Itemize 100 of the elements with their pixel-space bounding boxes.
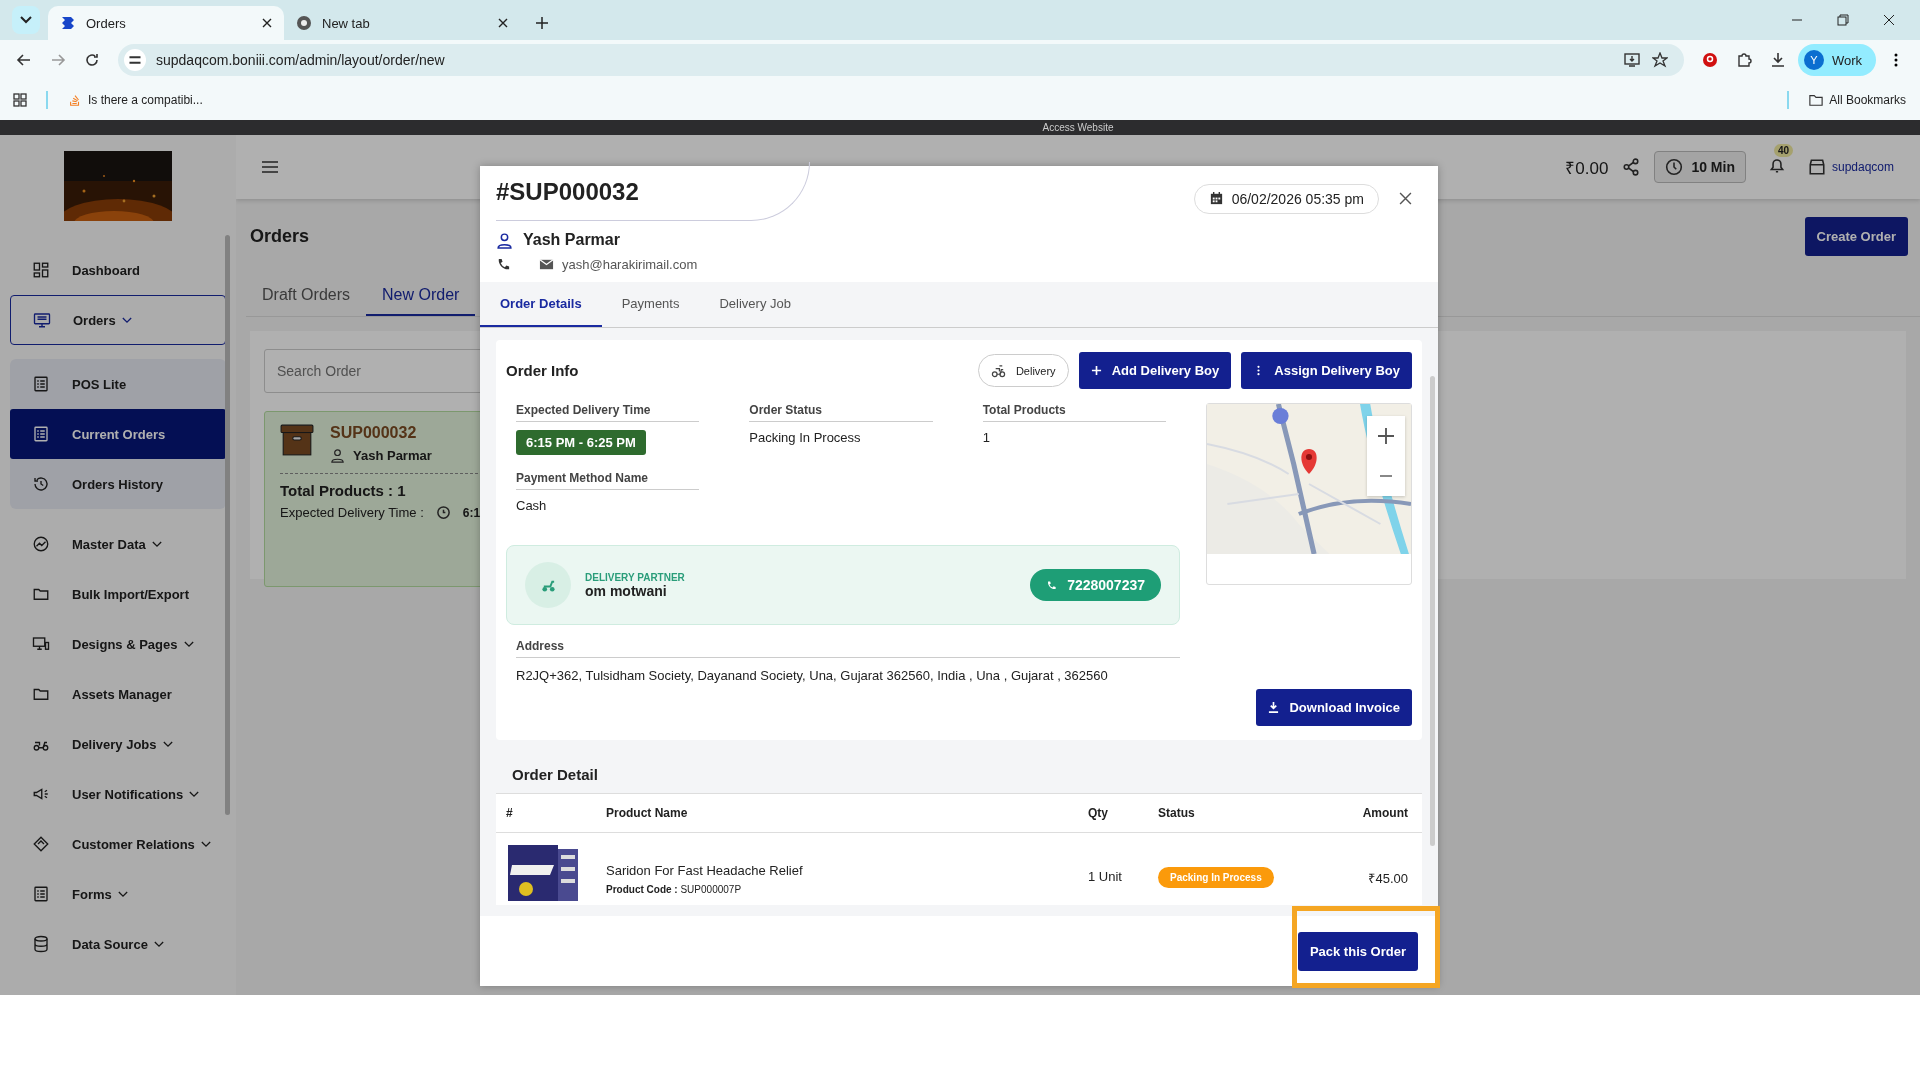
column-header: # [496, 793, 596, 833]
sidebar-item[interactable]: User Notifications [0, 769, 236, 819]
all-bookmarks-button[interactable]: All Bookmarks [1801, 93, 1914, 107]
list-icon [32, 375, 50, 393]
balance: ₹0.00 [1565, 157, 1609, 179]
tab-title: Orders [86, 15, 127, 31]
sidebar-item[interactable]: Master Data [0, 519, 236, 569]
submenu-item[interactable]: Orders History [10, 459, 226, 509]
submenu-item[interactable]: Current Orders [10, 409, 226, 459]
history-icon [32, 475, 50, 493]
browser-tab[interactable]: Orders [48, 6, 284, 40]
dialog-tab[interactable]: Delivery Job [699, 282, 811, 327]
monitor-icon [33, 311, 51, 329]
close-icon[interactable] [262, 18, 272, 28]
phone-icon[interactable] [496, 257, 511, 272]
sidebar-item[interactable]: Dashboard [0, 245, 236, 295]
clock-icon [1665, 158, 1684, 176]
box-icon [280, 424, 314, 456]
chevron-down-icon [200, 840, 211, 848]
store-link[interactable]: supdaqcom [1807, 158, 1894, 176]
logo-icon [60, 15, 76, 31]
field-label: Payment Method Name [516, 471, 700, 490]
sidebar-item[interactable]: Forms [0, 869, 236, 919]
submenu-item[interactable]: POS Lite [10, 359, 226, 409]
field-value: Cash [516, 498, 547, 513]
delivery-time-badge: 6:15 PM - 6:25 PM [516, 430, 646, 455]
column-header: Qty [1078, 793, 1148, 833]
profile-label: Work [1831, 52, 1862, 68]
action-button[interactable]: Assign Delivery Boy [1241, 352, 1412, 389]
close-icon[interactable] [498, 18, 508, 28]
download-invoice-button[interactable]: Download Invoice [1256, 689, 1412, 726]
zoom-in-button[interactable] [1367, 416, 1405, 456]
bookmark[interactable]: Is there a compatibi... [60, 93, 211, 107]
minus-icon [1378, 475, 1394, 477]
phone-icon [1046, 579, 1058, 591]
folder-icon [1809, 93, 1824, 107]
page-tab[interactable]: Draft Orders [246, 278, 366, 316]
action-button[interactable]: Add Delivery Boy [1078, 352, 1232, 389]
stack-icon [68, 93, 82, 107]
restore-icon[interactable] [1837, 14, 1849, 26]
create-order-button[interactable]: Create Order [1804, 217, 1908, 256]
amount: ₹45.00 [1368, 871, 1408, 886]
avatar: Y [1803, 50, 1824, 70]
browser-tab[interactable]: New tab [284, 6, 520, 40]
chevron-down-icon [153, 940, 164, 948]
expected-time-label: Expected Delivery Time : [280, 505, 424, 520]
customer-name: Yash Parmar [523, 231, 620, 249]
chevron-down-icon [189, 790, 200, 798]
list-icon [32, 885, 50, 903]
dialog-tab[interactable]: Payments [601, 282, 700, 327]
new-tab-icon[interactable] [536, 17, 548, 29]
chevron-down-icon [121, 316, 132, 324]
section-title: Order Detail [512, 766, 599, 783]
product-name: Saridon For Fast Headache Relief [606, 863, 804, 878]
address-bar[interactable]: supdaqcom.boniii.com/admin/layout/order/new [118, 44, 1684, 76]
sidebar-item[interactable]: Assets Manager [0, 669, 236, 719]
scrollbar[interactable] [225, 235, 230, 815]
section-title: Order Info [506, 362, 579, 379]
dashboard-icon [32, 261, 50, 279]
sidebar-item[interactable]: Delivery Jobs [0, 719, 236, 769]
plus-icon [1378, 428, 1394, 444]
chart-icon [32, 535, 50, 553]
site-settings-icon[interactable] [124, 49, 146, 71]
field-value: 1 [982, 430, 990, 445]
customer-name: Yash Parmar [353, 448, 432, 463]
tab-search-button[interactable] [12, 6, 40, 34]
scooter-icon [990, 363, 1006, 378]
clock-icon [435, 505, 451, 520]
sidebar-item[interactable]: Bulk Import/Export [0, 569, 236, 619]
person-icon [330, 448, 345, 463]
close-icon[interactable] [1399, 192, 1412, 205]
share-icon[interactable] [1622, 158, 1641, 176]
field-label: Address [516, 639, 1180, 658]
chevron-down-icon [20, 16, 32, 24]
mail-icon [539, 257, 554, 272]
banner-text: Access Website [1042, 122, 1114, 133]
sidebar-item[interactable]: Customer Relations [0, 819, 236, 869]
field-label: Expected Delivery Time [516, 403, 700, 422]
total-products: Total Products : 1 [280, 482, 406, 499]
notification-badge: 40 [1773, 144, 1794, 157]
pack-order-button[interactable]: Pack this Order [1297, 931, 1418, 971]
scrollbar[interactable] [1430, 376, 1435, 846]
devices-icon [32, 635, 50, 653]
chevron-down-icon [183, 640, 194, 648]
database-icon [32, 935, 50, 953]
download-icon [1268, 702, 1280, 713]
chevron-down-icon [151, 540, 162, 548]
timer-button[interactable]: 10 Min [1654, 151, 1746, 183]
profile-button[interactable]: Y Work [1797, 44, 1876, 76]
status-badge: Packing In Process [1158, 867, 1274, 888]
close-icon[interactable] [1883, 14, 1895, 26]
expected-time: 6:1 [462, 505, 481, 520]
order-id: SUP000032 [330, 424, 418, 442]
sidebar-item[interactable]: Designs & Pages [0, 619, 236, 669]
sidebar-item[interactable]: Data Source [0, 919, 236, 969]
page-tab[interactable]: New Order [366, 278, 476, 316]
globe-icon [296, 15, 312, 31]
bell-icon[interactable] [1767, 156, 1786, 174]
diamond-icon [32, 835, 50, 853]
plus-icon [1090, 365, 1102, 376]
